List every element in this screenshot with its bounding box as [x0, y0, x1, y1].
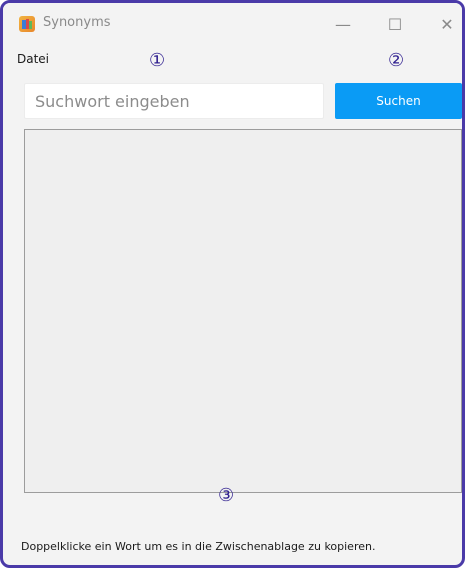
maximize-icon: ☐ — [387, 14, 403, 34]
maximize-button[interactable]: ☐ — [377, 11, 413, 37]
app-window: Synonyms — ☐ ✕ Datei ① ② Suchen ③ Doppel… — [0, 0, 465, 568]
annotation-marker-2: ② — [388, 50, 405, 71]
annotation-marker-1: ① — [149, 50, 166, 71]
search-button[interactable]: Suchen — [335, 83, 462, 119]
close-button[interactable]: ✕ — [429, 11, 462, 37]
minimize-button[interactable]: — — [325, 11, 361, 37]
books-icon — [19, 16, 35, 32]
annotation-marker-3: ③ — [218, 485, 235, 506]
window-title: Synonyms — [43, 15, 111, 30]
status-hint: Doppelklicke ein Wort um es in die Zwisc… — [21, 540, 376, 553]
minimize-icon: — — [335, 14, 351, 34]
synonym-result-list[interactable] — [24, 129, 462, 493]
menu-item-datei[interactable]: Datei — [17, 52, 49, 66]
title-bar[interactable]: Synonyms — ☐ ✕ — [3, 3, 462, 41]
search-input[interactable] — [24, 83, 324, 119]
close-icon: ✕ — [440, 14, 454, 34]
